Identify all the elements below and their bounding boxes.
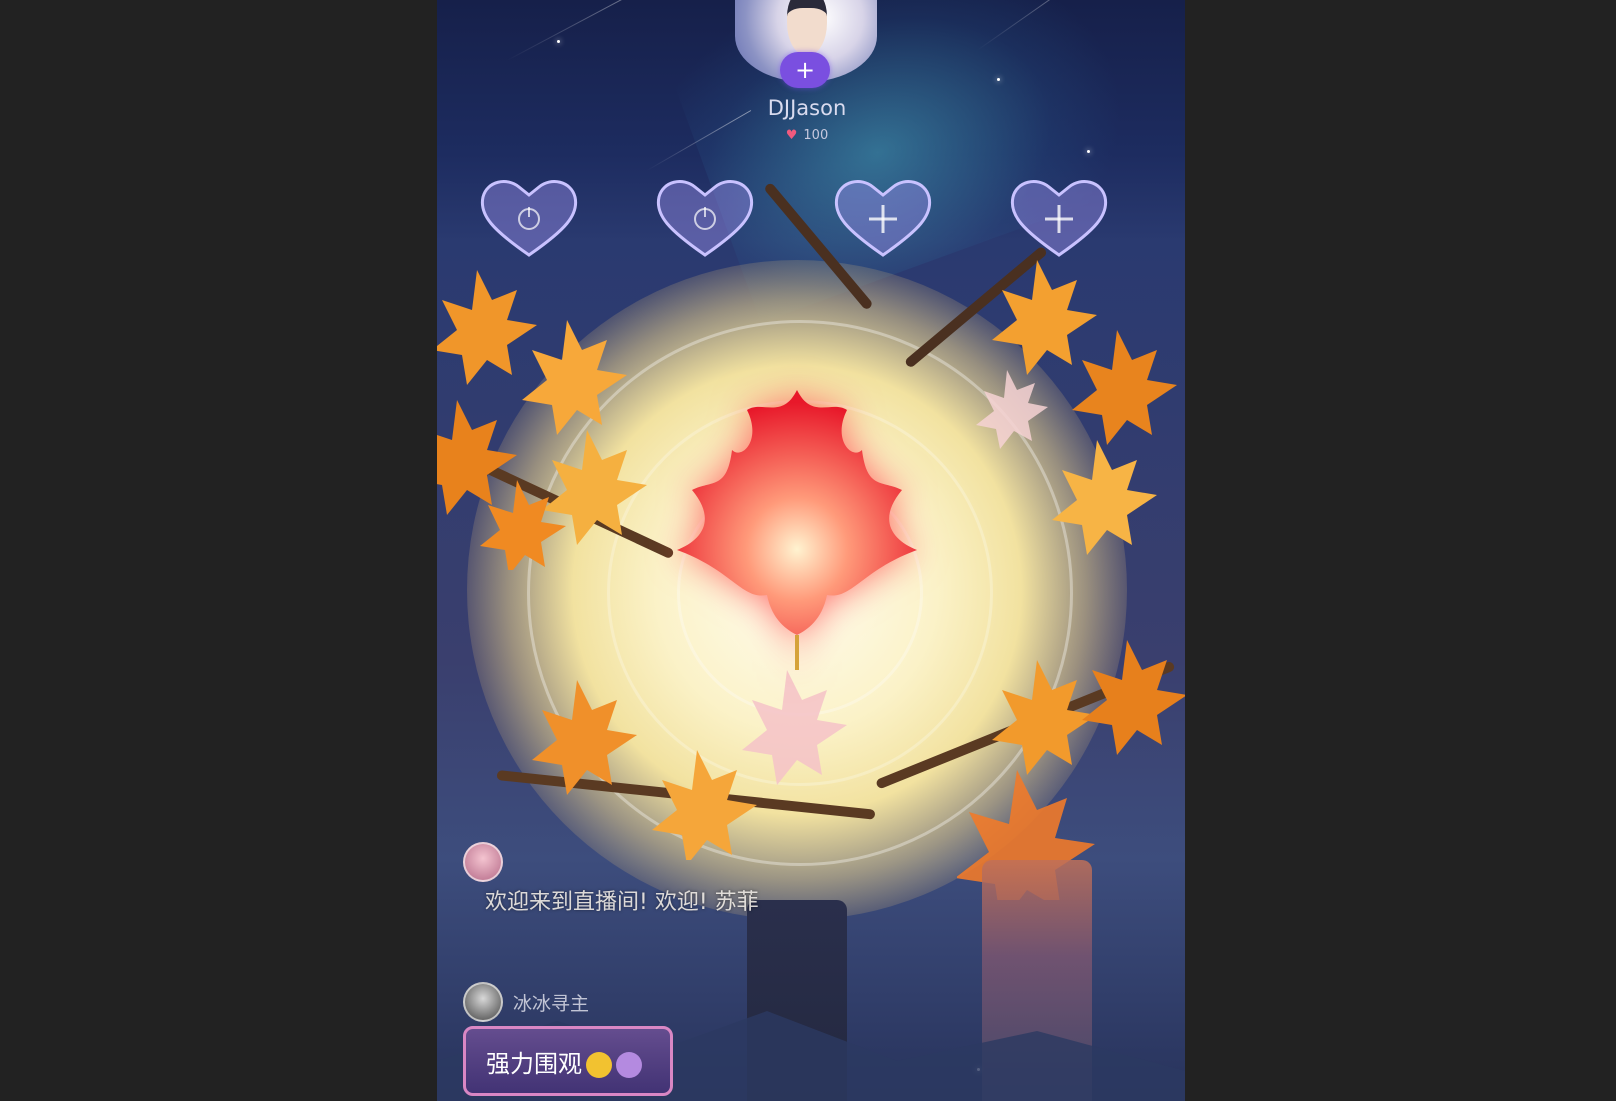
heart-seat-add-icon [834,180,932,257]
avatar[interactable] [463,982,503,1022]
heart-seat-power-icon [480,180,578,257]
avatar[interactable] [463,842,503,882]
chat-message-text: 强力围观 [486,1050,582,1078]
chat-user-1[interactable] [463,842,503,882]
meteor-streak [506,0,667,61]
mic-seat-4[interactable] [1003,175,1115,261]
chat-user-2[interactable]: 冰冰寻主 [463,982,589,1022]
live-room-screen: + DJJason ♥ 100 欢迎来到直播间! 欢迎! 苏菲 冰冰寻主 强力围… [437,0,1185,1101]
star [997,78,1000,81]
host-heart-score: ♥ 100 [687,128,927,143]
maple-leaf-cluster [957,640,1185,900]
falling-pink-leaf [976,370,1048,449]
mic-seat-3[interactable] [827,175,939,261]
falling-pink-leaf [742,670,847,785]
laughing-emoji-icon [586,1052,612,1078]
heart-seat-power-icon [656,180,754,257]
star [557,40,560,43]
chat-username: 冰冰寻主 [513,992,590,1015]
heart-icon: ♥ [785,128,798,143]
follow-button[interactable]: + [780,52,830,88]
host-name: DJJason [767,96,847,120]
ghost-emoji-icon [616,1052,642,1078]
host-score-value: 100 [803,128,829,143]
red-maple-leaf-gift-effect [677,390,917,670]
chat-message-bubble: 强力围观 [463,1026,673,1096]
maple-leaf-cluster [437,270,647,570]
mic-seat-1[interactable] [473,175,585,261]
welcome-message: 欢迎来到直播间! 欢迎! 苏菲 [485,890,759,915]
mic-seat-2[interactable] [649,175,761,261]
heart-seat-add-icon [1010,180,1108,257]
host-face [787,0,827,56]
star [1087,150,1090,153]
